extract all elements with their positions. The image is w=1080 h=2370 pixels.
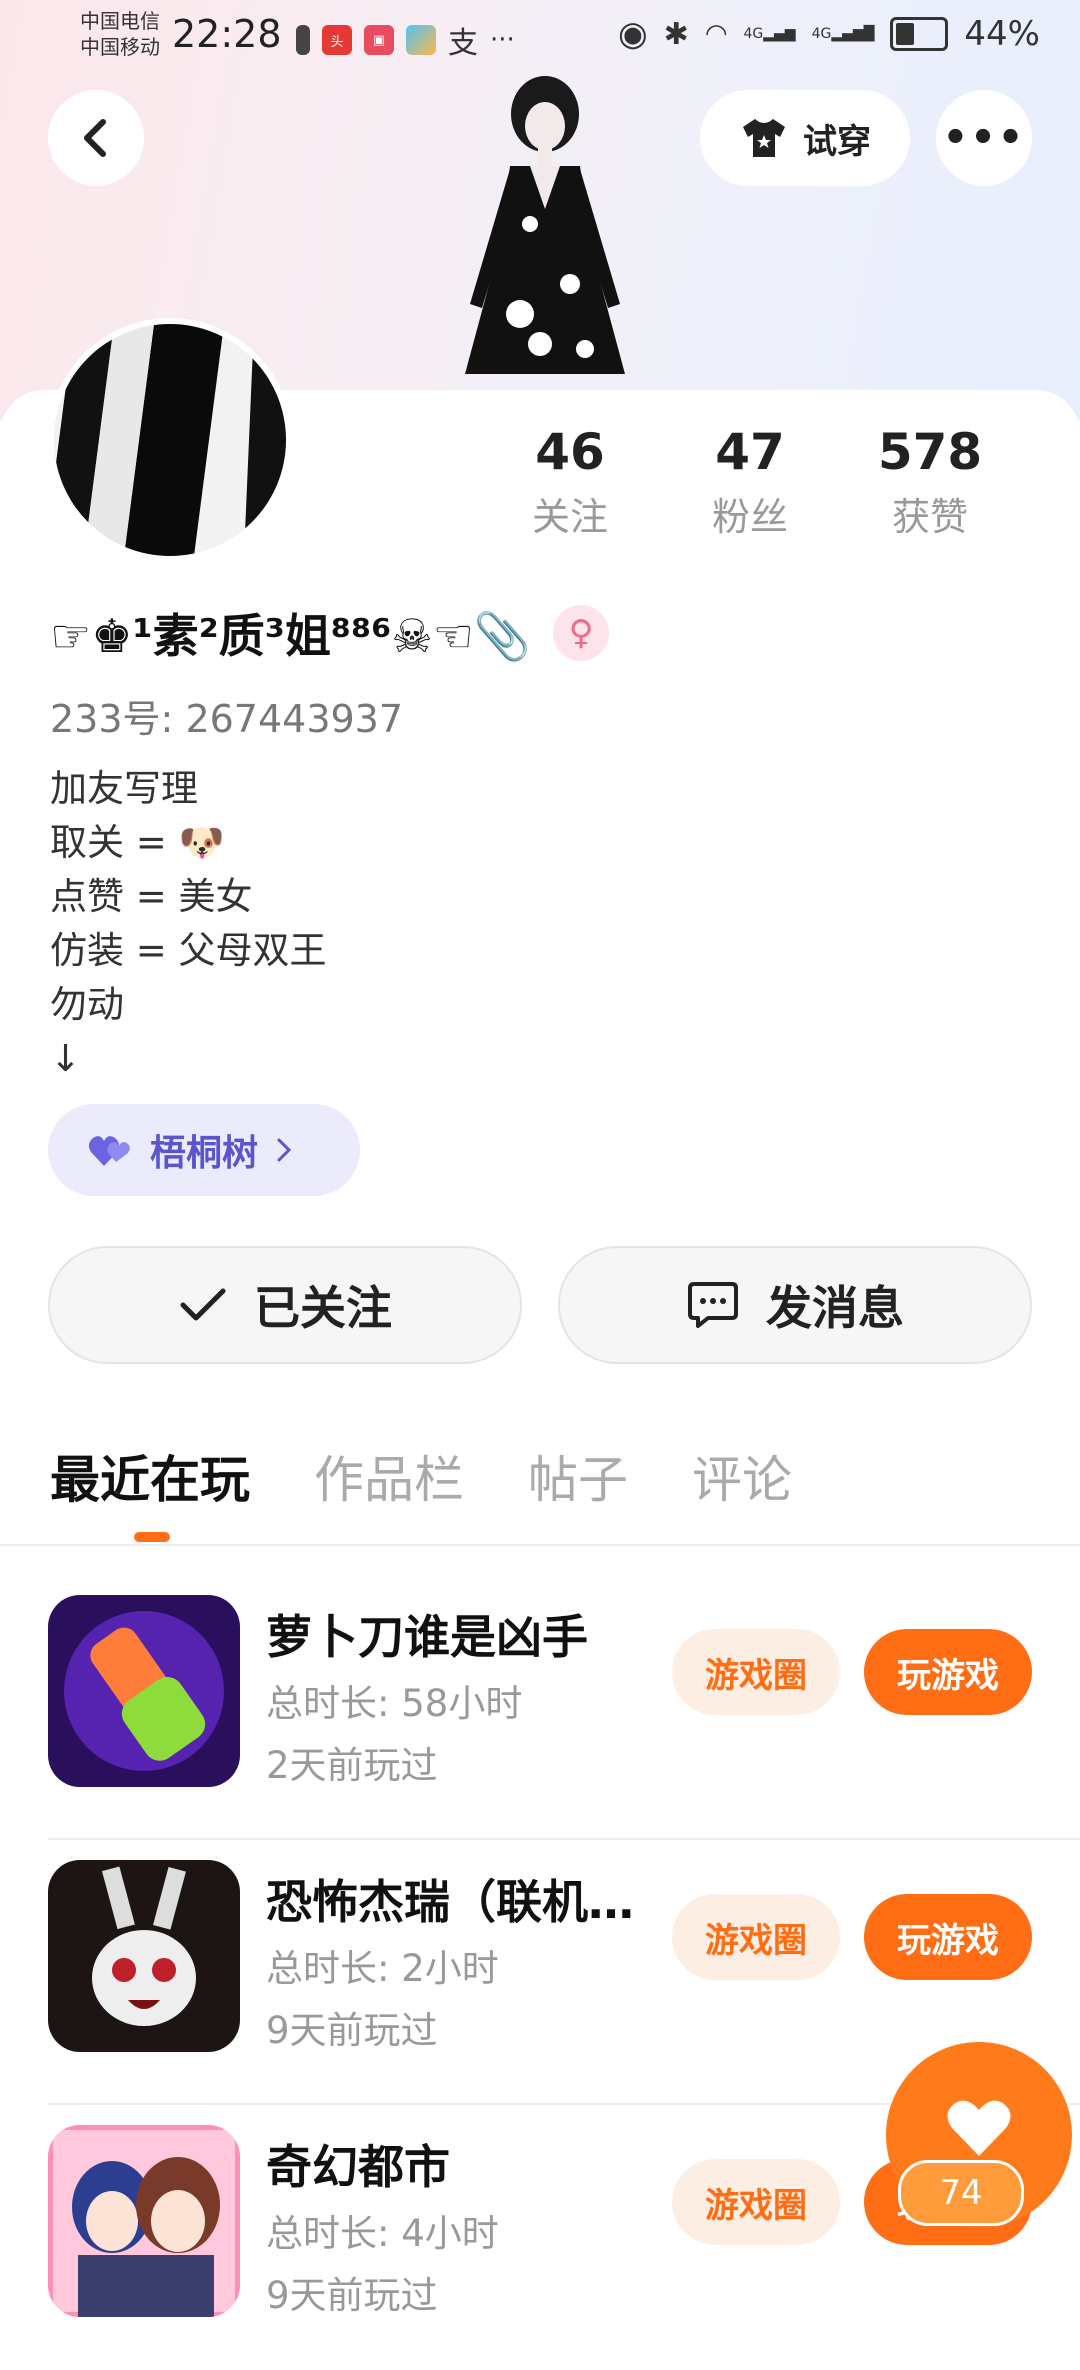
tab-posts[interactable]: 帖子 [528, 1440, 628, 1512]
notification-icons: 头 ▣ 支 ··· [296, 18, 515, 62]
tab-works[interactable]: 作品栏 [314, 1440, 464, 1512]
username-row: ☞♚¹素²质³姐⁸⁸⁶☠☜📎 ♀ [50, 600, 610, 666]
play-game-button[interactable]: 玩游戏 [864, 1629, 1032, 1715]
stat-likes-label: 获赞 [891, 495, 968, 539]
chat-bubble-icon [688, 1282, 738, 1328]
stat-followers-value: 47 [715, 423, 785, 481]
carrier-labels: 中国电信 中国移动 [80, 8, 160, 60]
stat-likes[interactable]: 578 获赞 [840, 420, 1020, 541]
game-circle-button[interactable]: 游戏圈 [672, 2159, 840, 2245]
stat-following-label: 关注 [531, 495, 608, 539]
tab-divider [0, 1544, 1080, 1546]
bio: 加友写理 取关 = 🐶 点赞 = 美女 仿装 = 父母双王 勿动 ↓ [50, 762, 327, 1086]
user-id-value: 267443937 [185, 697, 404, 741]
profile-stats: 46 关注 47 粉丝 578 获赞 [480, 420, 1020, 541]
game-name: 恐怖杰瑞（联机… [266, 1875, 634, 1929]
game-icon [48, 2125, 240, 2317]
send-message-button[interactable]: 发消息 [558, 1246, 1032, 1364]
game-duration: 总时长: 4小时 [266, 2212, 499, 2255]
following-label: 已关注 [254, 1281, 392, 1335]
game-name: 奇幻都市 [266, 2140, 450, 2194]
play-game-button[interactable]: 玩游戏 [864, 1894, 1032, 1980]
toutiao-app-icon: 头 [322, 25, 352, 55]
battery-icon [890, 17, 949, 51]
game-last-played: 2天前玩过 [266, 1744, 438, 1787]
bio-line: 勿动 [50, 983, 124, 1026]
bio-line: 仿装 = 父母双王 [50, 929, 327, 972]
try-on-button[interactable]: 试穿 [700, 90, 910, 186]
status-time: 22:28 [172, 12, 282, 56]
chevron-right-icon [277, 1138, 292, 1162]
bio-line: ↓ [50, 1037, 82, 1080]
avatar-character-figure [465, 76, 625, 374]
stat-following-value: 46 [535, 423, 605, 481]
bio-line: 取关 = 🐶 [50, 821, 225, 864]
colorful-app-icon [406, 25, 436, 55]
game-icon [48, 1860, 240, 2052]
game-circle-button[interactable]: 游戏圈 [672, 1629, 840, 1715]
carrier-1: 中国电信 [80, 9, 160, 33]
back-button[interactable] [48, 90, 144, 186]
game-last-played: 9天前玩过 [266, 2009, 438, 2052]
more-notifications-icon: ··· [490, 25, 515, 55]
group-tag-button[interactable]: 梧桐树 [48, 1104, 360, 1196]
username: ☞♚¹素²质³姐⁸⁸⁶☠☜📎 [50, 609, 532, 663]
tshirt-icon [743, 119, 785, 157]
like-count-badge: 74 [898, 2160, 1024, 2226]
game-duration: 总时长: 2小时 [266, 1947, 499, 1990]
status-bar: 中国电信 中国移动 22:28 头 ▣ 支 ··· ◉ ✱ ◠ 4G▂▄▆ 4G… [0, 0, 1080, 74]
user-id[interactable]: 233号: 267443937 [50, 688, 403, 743]
following-button[interactable]: 已关注 [48, 1246, 522, 1364]
game-circle-button[interactable]: 游戏圈 [672, 1894, 840, 1980]
more-dots-icon: ••• [942, 115, 1026, 161]
send-message-label: 发消息 [766, 1281, 904, 1335]
game-last-played: 9天前玩过 [266, 2274, 438, 2317]
avatar-image [54, 324, 286, 556]
battery-percent: 44% [964, 14, 1040, 54]
game-name: 萝卜刀谁是凶手 [266, 1610, 588, 1664]
bio-line: 点赞 = 美女 [50, 875, 253, 918]
book-app-icon: ▣ [364, 25, 394, 55]
tab-recently-played[interactable]: 最近在玩 [50, 1440, 250, 1542]
user-id-label: 233号: [50, 697, 174, 741]
avatar[interactable] [48, 318, 292, 562]
eye-icon: ◉ [618, 14, 648, 54]
game-duration: 总时长: 58小时 [266, 1682, 523, 1725]
stat-following[interactable]: 46 关注 [480, 420, 660, 541]
alipay-icon: 支 [448, 26, 478, 61]
heart-icon [947, 2100, 1011, 2156]
alert-icon [296, 25, 310, 55]
more-options-button[interactable]: ••• [936, 90, 1032, 186]
stat-likes-value: 578 [877, 423, 983, 481]
system-status-icons: ◉ ✱ ◠ 4G▂▄▆ 4G▂▄▆█ 44% [618, 14, 1040, 54]
profile-tabs: 最近在玩 作品栏 帖子 评论 [50, 1440, 792, 1542]
chevron-left-icon [84, 119, 106, 157]
signal-2-icon: 4G▂▄▆█ [811, 26, 875, 42]
bluetooth-icon: ✱ [663, 16, 689, 52]
group-tag-label: 梧桐树 [150, 1133, 259, 1174]
check-icon [180, 1288, 226, 1321]
female-icon: ♀ [553, 605, 610, 661]
carrier-2: 中国移动 [80, 35, 160, 59]
stat-followers[interactable]: 47 粉丝 [660, 420, 840, 541]
list-item[interactable]: 萝卜刀谁是凶手 总时长: 58小时 2天前玩过 游戏圈 玩游戏 [0, 1575, 1080, 1840]
stat-followers-label: 粉丝 [711, 495, 788, 539]
double-heart-icon [88, 1136, 130, 1166]
tab-comments[interactable]: 评论 [692, 1440, 792, 1512]
game-icon [48, 1595, 240, 1787]
bio-line: 加友写理 [50, 767, 198, 810]
try-on-label: 试穿 [803, 121, 871, 162]
signal-1-icon: 4G▂▄▆ [743, 26, 796, 42]
wifi-icon: ◠ [704, 19, 728, 49]
